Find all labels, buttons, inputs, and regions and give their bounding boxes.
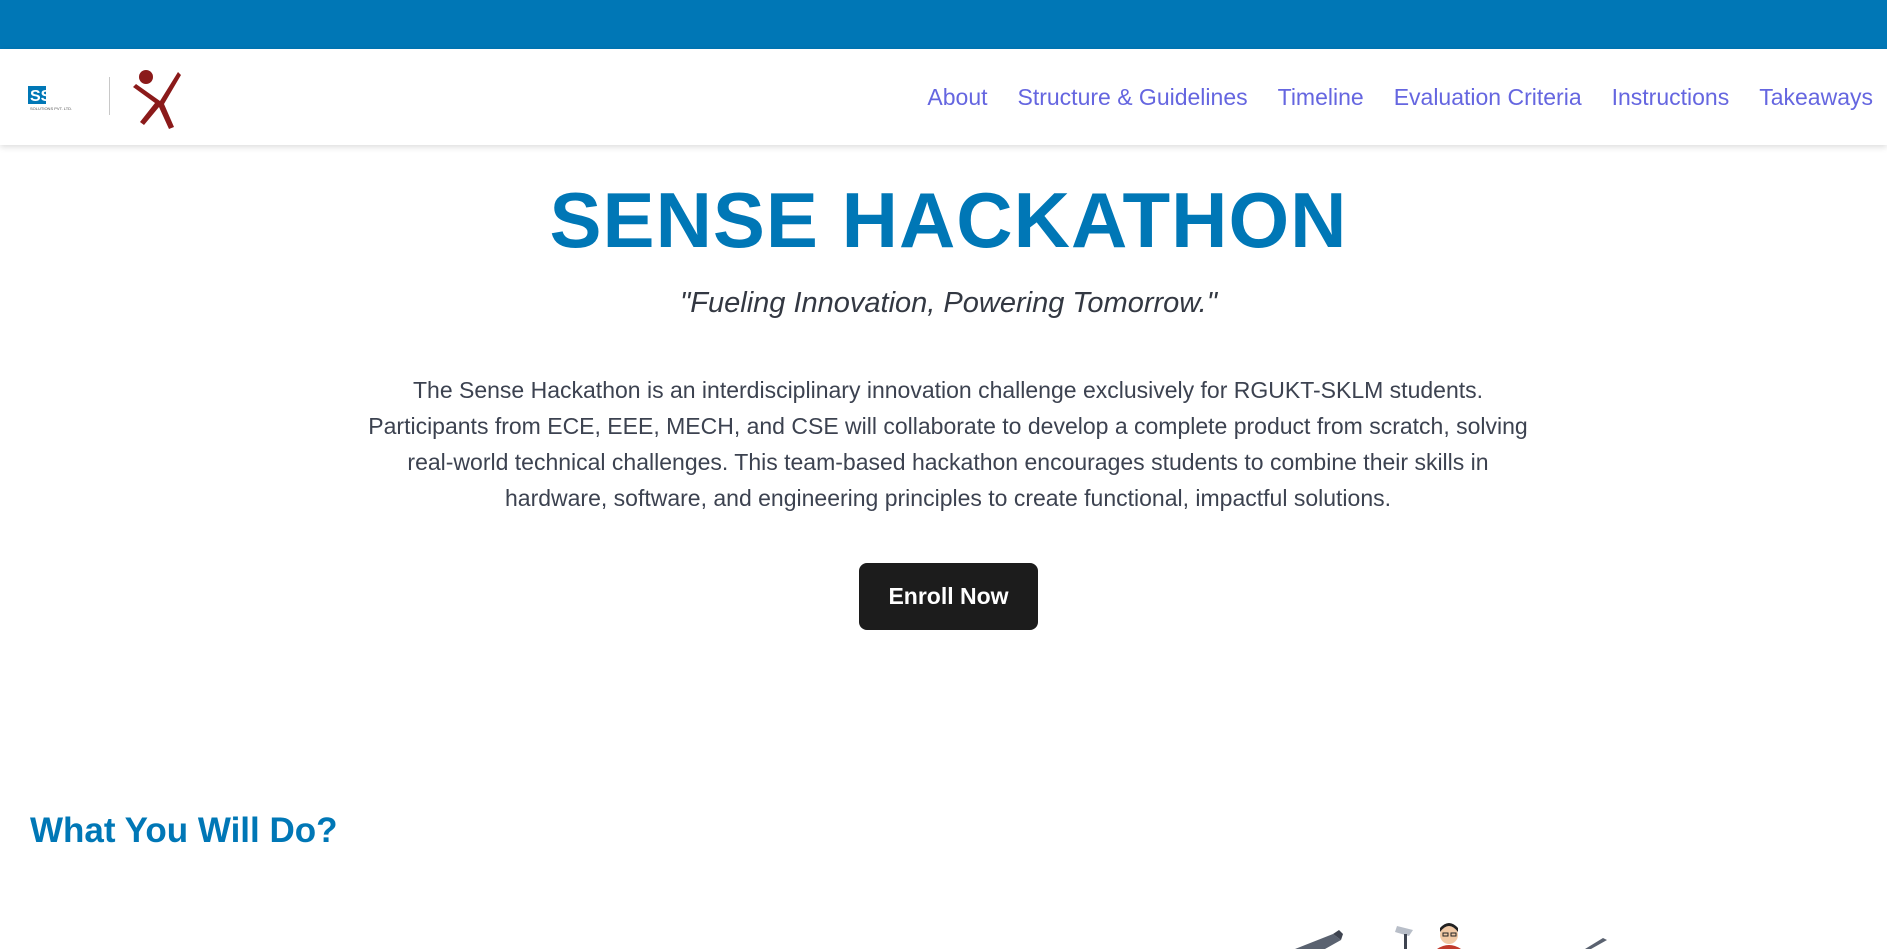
enroll-now-button[interactable]: Enroll Now — [859, 563, 1038, 630]
nav-takeaways[interactable]: Takeaways — [1759, 84, 1873, 111]
running-figure-logo-icon[interactable] — [130, 67, 184, 129]
workshop-illustration — [1295, 923, 1607, 949]
nav-about[interactable]: About — [927, 84, 987, 111]
top-accent-bar — [0, 0, 1887, 49]
navbar: SSiT SOLUTIONS PVT. LTD. About Structure… — [0, 49, 1887, 145]
logo-divider — [109, 77, 110, 115]
svg-text:SSiT: SSiT — [30, 88, 66, 105]
hero-tagline: "Fueling Innovation, Powering Tomorrow." — [680, 287, 1217, 319]
nav-evaluation-criteria[interactable]: Evaluation Criteria — [1394, 84, 1582, 111]
ssit-logo-icon[interactable]: SSiT SOLUTIONS PVT. LTD. — [28, 82, 84, 112]
what-you-will-do-heading: What You Will Do? — [30, 811, 338, 850]
main-nav: About Structure & Guidelines Timeline Ev… — [927, 49, 1873, 145]
svg-text:SOLUTIONS PVT. LTD.: SOLUTIONS PVT. LTD. — [30, 106, 72, 111]
hero-description: The Sense Hackathon is an interdisciplin… — [368, 377, 1528, 511]
hero-title: SENSE HACKATHON — [549, 176, 1348, 264]
nav-structure-guidelines[interactable]: Structure & Guidelines — [1018, 84, 1248, 111]
nav-instructions[interactable]: Instructions — [1612, 84, 1730, 111]
nav-timeline[interactable]: Timeline — [1278, 84, 1364, 111]
